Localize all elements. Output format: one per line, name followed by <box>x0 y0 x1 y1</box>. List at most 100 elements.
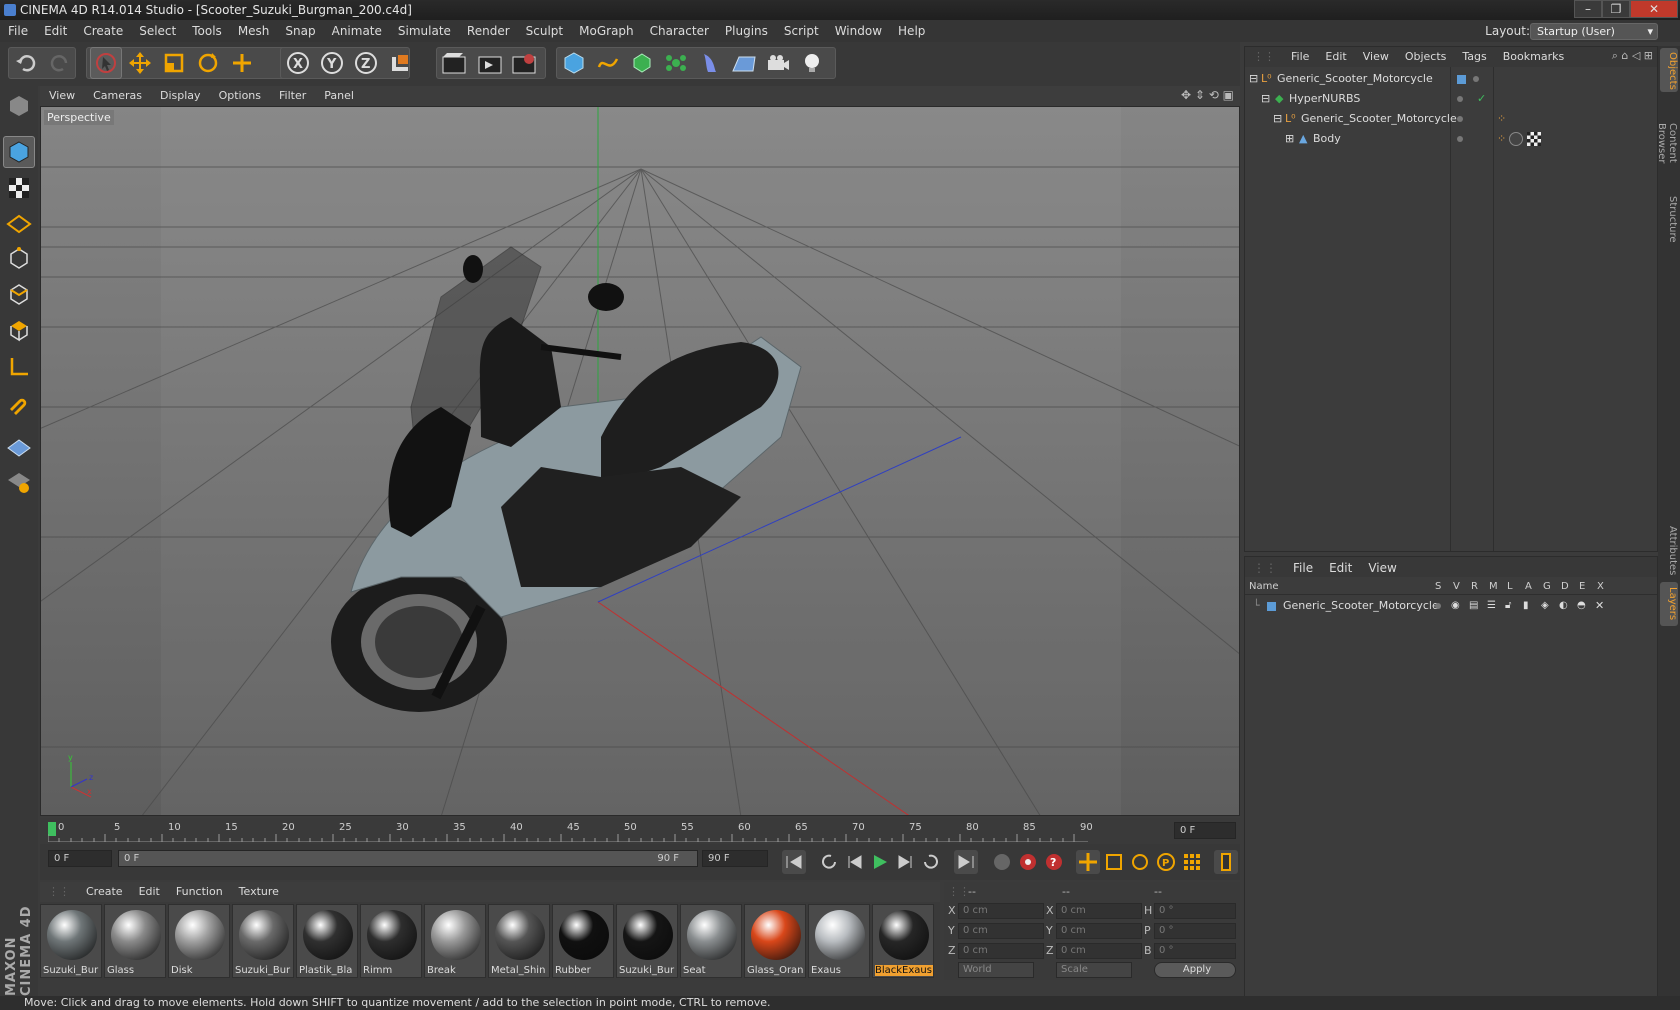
tab-structure[interactable]: Structure <box>1660 192 1678 246</box>
expression-icon[interactable]: ◓ <box>1577 597 1586 615</box>
timeline[interactable]: 0 5 10 15 20 25 30 35 40 45 50 55 60 65 … <box>40 818 1240 844</box>
goto-end-icon[interactable] <box>954 850 978 874</box>
menu-render[interactable]: Render <box>459 20 518 42</box>
prev-frame-icon[interactable] <box>842 850 866 874</box>
edges-mode-icon[interactable] <box>3 278 35 310</box>
rotation-b-field[interactable]: 0 ° <box>1154 943 1236 959</box>
key-scale-icon[interactable] <box>1102 850 1126 874</box>
obj-menu-tags[interactable]: Tags <box>1454 47 1494 67</box>
menu-character[interactable]: Character <box>642 20 717 42</box>
position-y-field[interactable]: 0 cm <box>958 923 1044 939</box>
viewport-menu-cameras[interactable]: Cameras <box>84 86 151 106</box>
maximize-button[interactable]: ❐ <box>1602 0 1630 18</box>
animation-icon[interactable]: ▮ <box>1523 597 1529 615</box>
minimize-button[interactable]: – <box>1574 0 1602 18</box>
layer-color-swatch[interactable] <box>1457 75 1466 84</box>
layer-color-swatch[interactable] <box>1267 602 1276 611</box>
obj-menu-bookmarks[interactable]: Bookmarks <box>1495 47 1572 67</box>
render-picture-viewer-icon[interactable] <box>474 47 506 79</box>
layer-menu-edit[interactable]: Edit <box>1321 557 1360 579</box>
menu-edit[interactable]: Edit <box>36 20 75 42</box>
tree-item[interactable]: ⊞ ▲ Body ⁘ <box>1245 129 1657 149</box>
size-mode-select[interactable]: Scale <box>1056 962 1132 978</box>
deformer-icon[interactable] <box>694 47 726 79</box>
tree-item[interactable]: ⊟ L⁰ Generic_Scooter_Motorcycle ⁘ <box>1245 109 1657 129</box>
visibility-dots[interactable] <box>1457 89 1463 109</box>
expand-icon[interactable]: ⊞ <box>1285 129 1294 149</box>
menu-select[interactable]: Select <box>131 20 184 42</box>
size-y-field[interactable]: 0 cm <box>1056 923 1142 939</box>
material-menu-function[interactable]: Function <box>168 882 231 902</box>
material-swatch-selected[interactable]: BlackExaus <box>872 904 934 978</box>
menu-tools[interactable]: Tools <box>184 20 230 42</box>
rotation-h-field[interactable]: 0 ° <box>1154 903 1236 919</box>
expand-icon[interactable]: ⊟ <box>1273 109 1282 129</box>
obj-menu-edit[interactable]: Edit <box>1317 47 1354 67</box>
render-view-icon[interactable] <box>438 47 470 79</box>
menu-script[interactable]: Script <box>776 20 827 42</box>
material-swatch[interactable]: Rimm <box>360 904 422 978</box>
perspective-viewport[interactable]: y x z Perspective <box>40 106 1240 816</box>
generator-icon[interactable]: ◈ <box>1541 597 1549 615</box>
model-mode-icon[interactable] <box>3 136 35 168</box>
texture-tag-icon[interactable] <box>1527 132 1541 146</box>
size-x-field[interactable]: 0 cm <box>1056 903 1142 919</box>
texture-mode-icon[interactable] <box>3 172 35 204</box>
start-frame-field[interactable]: 0 F <box>48 850 112 867</box>
layer-menu-file[interactable]: File <box>1285 557 1321 579</box>
timeline-icon[interactable] <box>1214 850 1238 874</box>
layer-menu-view[interactable]: View <box>1360 557 1404 579</box>
z-axis-icon[interactable]: Z <box>350 47 382 79</box>
material-swatch[interactable]: Glass <box>104 904 166 978</box>
menu-animate[interactable]: Animate <box>324 20 390 42</box>
material-swatch[interactable]: Suzuki_Bur <box>616 904 678 978</box>
prev-key-icon[interactable] <box>816 850 840 874</box>
tab-attributes[interactable]: Attributes <box>1660 522 1678 578</box>
material-menu-texture[interactable]: Texture <box>231 882 287 902</box>
material-menu-edit[interactable]: Edit <box>131 882 168 902</box>
material-swatch[interactable]: Disk <box>168 904 230 978</box>
visibility-dots[interactable] <box>1457 109 1463 129</box>
obj-menu-file[interactable]: File <box>1283 47 1317 67</box>
expand-icon[interactable]: ⊟ <box>1261 89 1270 109</box>
expand-icon[interactable]: ⊟ <box>1249 69 1258 89</box>
key-pla-icon[interactable] <box>1180 850 1204 874</box>
add-icon[interactable] <box>226 47 258 79</box>
tab-layers[interactable]: Layers <box>1660 582 1678 626</box>
material-swatch[interactable]: Metal_Shin <box>488 904 550 978</box>
rotation-p-field[interactable]: 0 ° <box>1154 923 1236 939</box>
obj-menu-view[interactable]: View <box>1355 47 1397 67</box>
visibility-dots[interactable] <box>1457 129 1463 149</box>
record-keyframe-icon[interactable] <box>990 850 1014 874</box>
coordinate-system-icon[interactable] <box>384 47 416 79</box>
apply-button[interactable]: Apply <box>1154 962 1236 978</box>
goto-start-icon[interactable] <box>782 850 806 874</box>
tab-objects[interactable]: Objects <box>1660 48 1678 92</box>
menu-mograph[interactable]: MoGraph <box>571 20 642 42</box>
grid-snap-icon[interactable] <box>3 430 35 462</box>
y-axis-icon[interactable]: Y <box>316 47 348 79</box>
tree-item[interactable]: ⊟ L⁰ Generic_Scooter_Motorcycle <box>1245 69 1657 89</box>
menu-window[interactable]: Window <box>827 20 890 42</box>
material-swatch[interactable]: Suzuki_Bur <box>40 904 102 978</box>
material-swatch[interactable]: Break <box>424 904 486 978</box>
menu-snap[interactable]: Snap <box>277 20 323 42</box>
frame-range-slider[interactable]: 0 F 90 F <box>118 850 698 867</box>
layout-select[interactable]: Startup (User) ▾ <box>1530 23 1658 40</box>
menu-simulate[interactable]: Simulate <box>390 20 459 42</box>
menu-mesh[interactable]: Mesh <box>230 20 278 42</box>
material-swatch[interactable]: Glass_Oran <box>744 904 806 978</box>
rotate-icon[interactable] <box>192 47 224 79</box>
timeline-ruler[interactable]: 0 5 10 15 20 25 30 35 40 45 50 55 60 65 … <box>48 820 1093 842</box>
key-help-icon[interactable]: ? <box>1042 850 1066 874</box>
material-swatch[interactable]: Plastik_Bla <box>296 904 358 978</box>
menu-help[interactable]: Help <box>890 20 933 42</box>
layer-row[interactable]: └ Generic_Scooter_Motorcycle ◉ ▤ ☰ 🔓︎ ▮ … <box>1245 597 1657 615</box>
size-z-field[interactable]: 0 cm <box>1056 943 1142 959</box>
material-swatch[interactable]: Seat <box>680 904 742 978</box>
make-editable-icon[interactable] <box>3 90 35 122</box>
undo-icon[interactable] <box>10 47 42 79</box>
end-frame-field[interactable]: 90 F <box>702 850 768 867</box>
array-icon[interactable] <box>660 47 692 79</box>
viewport-menu-display[interactable]: Display <box>151 86 210 106</box>
